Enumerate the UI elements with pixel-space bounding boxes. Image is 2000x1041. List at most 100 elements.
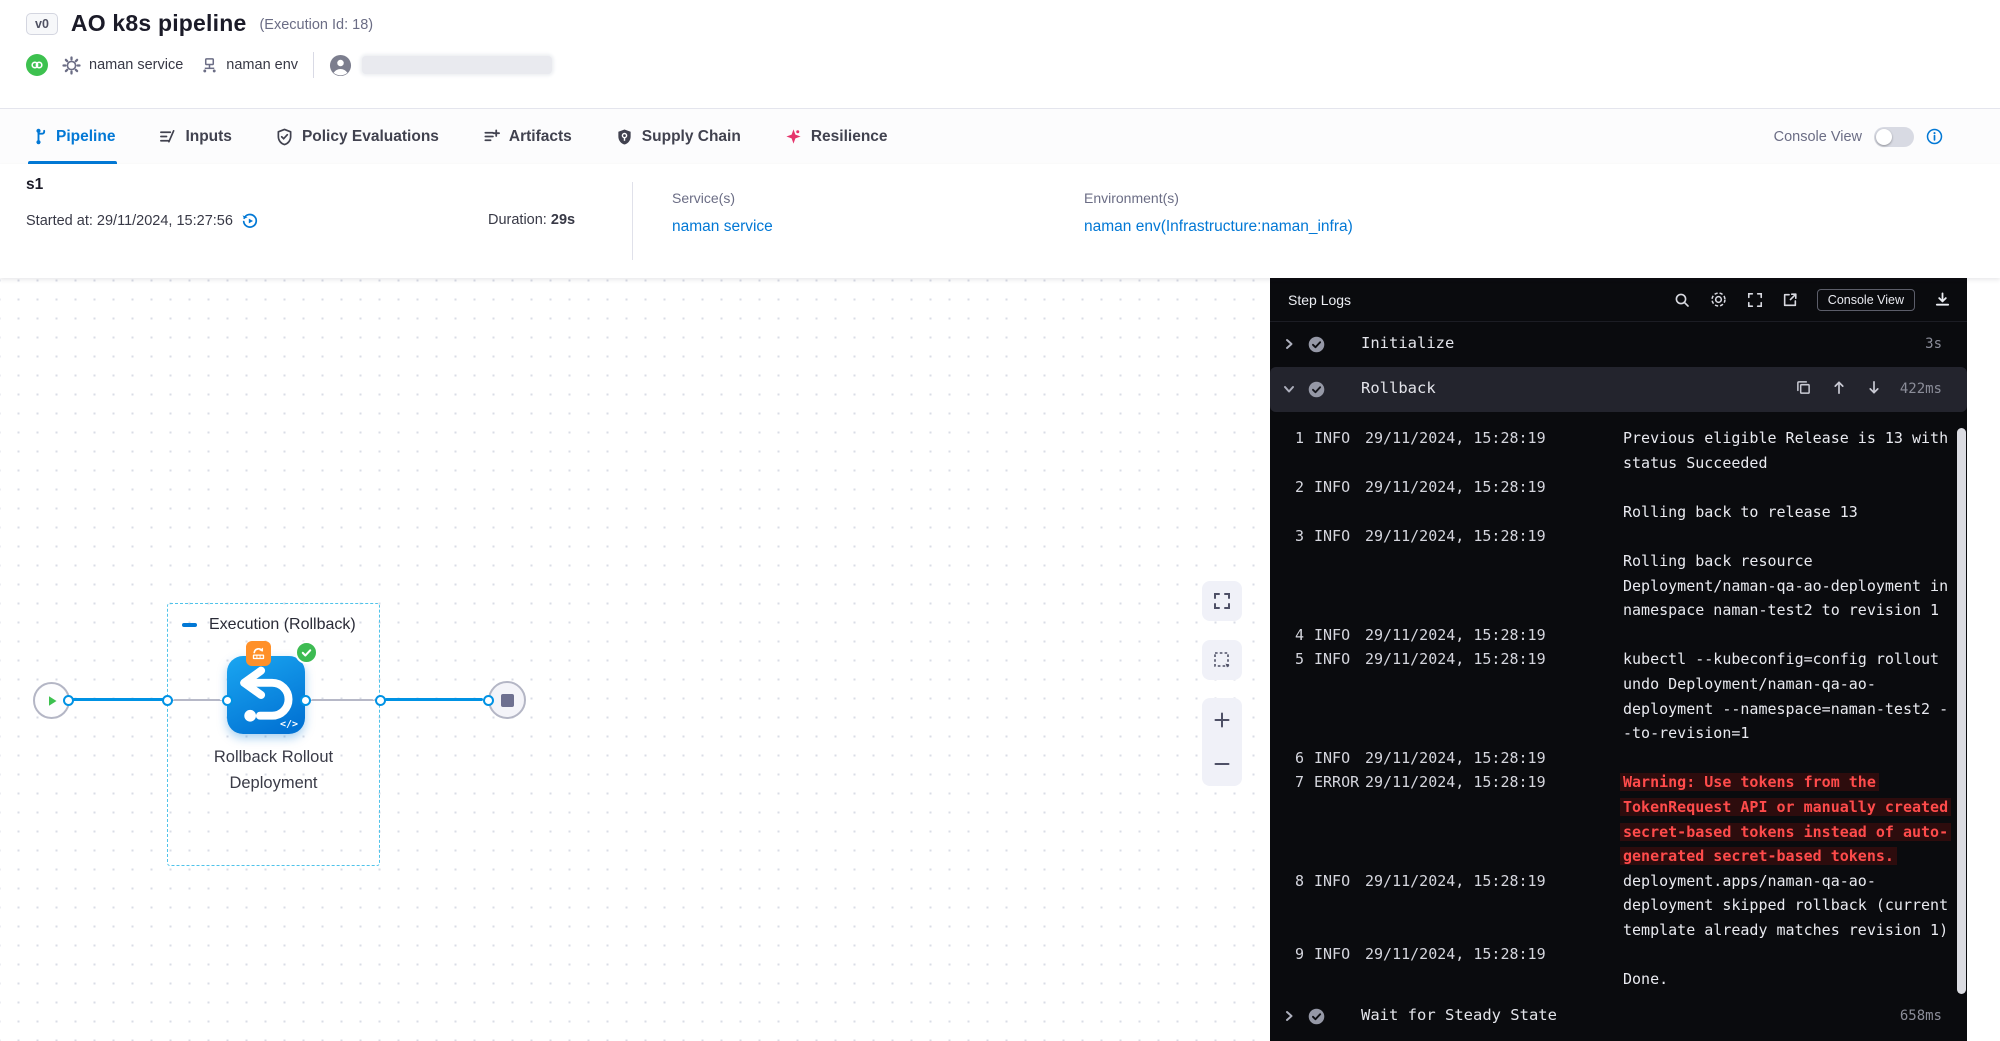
log-settings-gear-icon[interactable] bbox=[1709, 290, 1728, 309]
log-console-view-button[interactable]: Console View bbox=[1817, 289, 1915, 311]
edge-stage-to-end bbox=[385, 698, 483, 701]
tab-policy-evaluations[interactable]: Policy Evaluations bbox=[276, 109, 439, 164]
tab-inputs[interactable]: Inputs bbox=[159, 109, 232, 164]
log-row: 5INFO29/11/2024, 15:28:19kubectl --kubec… bbox=[1270, 647, 1967, 672]
log-level: INFO bbox=[1314, 749, 1350, 767]
scroll-up-icon[interactable] bbox=[1832, 380, 1846, 395]
log-message: undo Deployment/naman-qa-ao- bbox=[1623, 675, 1876, 693]
canvas-fullscreen-button[interactable] bbox=[1202, 581, 1242, 621]
log-row: Deployment/naman-qa-ao-deployment in bbox=[1270, 574, 1967, 599]
step-node-label[interactable]: Rollback Rollout Deployment bbox=[173, 744, 374, 796]
stage-name: s1 bbox=[26, 176, 43, 194]
log-level: ERROR bbox=[1314, 773, 1359, 791]
step-logs-header: Step Logs Console bbox=[1270, 278, 1967, 322]
log-fullscreen-icon[interactable] bbox=[1747, 292, 1763, 308]
play-icon bbox=[45, 694, 59, 708]
log-message: kubectl --kubeconfig=config rollout bbox=[1623, 650, 1939, 668]
stop-icon bbox=[501, 694, 514, 707]
group-label: Execution (Rollback) bbox=[209, 616, 356, 634]
log-message: namespace naman-test2 to revision 1 bbox=[1623, 601, 1939, 619]
inputs-icon bbox=[159, 128, 176, 145]
tab-artifacts[interactable]: Artifacts bbox=[483, 109, 572, 164]
port-group-out bbox=[375, 695, 386, 706]
log-section-rollback[interactable]: Rollback 422ms bbox=[1270, 367, 1967, 412]
section-duration: 422ms bbox=[1900, 381, 1942, 397]
page-title: AO k8s pipeline bbox=[71, 10, 247, 37]
log-message: deployment skipped rollback (current bbox=[1623, 896, 1948, 914]
rollback-step-node[interactable]: </> bbox=[227, 656, 305, 734]
log-timestamp: 29/11/2024, 15:28:19 bbox=[1365, 478, 1546, 496]
chevron-right-icon[interactable] bbox=[1283, 338, 1295, 350]
log-message: Deployment/naman-qa-ao-deployment in bbox=[1623, 577, 1948, 595]
log-row: 3INFO29/11/2024, 15:28:19 bbox=[1270, 524, 1967, 549]
section-duration: 658ms bbox=[1900, 1008, 1942, 1024]
log-level: INFO bbox=[1314, 872, 1350, 890]
retry-history-icon[interactable] bbox=[241, 212, 259, 230]
scroll-down-icon[interactable] bbox=[1867, 380, 1881, 395]
log-message: deployment --namespace=naman-test2 - bbox=[1623, 700, 1948, 718]
log-timestamp: 29/11/2024, 15:28:19 bbox=[1365, 650, 1546, 668]
step-success-icon bbox=[1307, 335, 1326, 354]
code-glyph: </> bbox=[280, 719, 298, 730]
log-row: 6INFO29/11/2024, 15:28:19 bbox=[1270, 746, 1967, 771]
port-end bbox=[483, 695, 494, 706]
log-timestamp: 29/11/2024, 15:28:19 bbox=[1365, 527, 1546, 545]
log-row: 1INFO29/11/2024, 15:28:19Previous eligib… bbox=[1270, 426, 1967, 451]
tab-label: Inputs bbox=[185, 128, 232, 146]
step-success-icon bbox=[1307, 380, 1326, 399]
log-message: -to-revision=1 bbox=[1623, 724, 1749, 742]
group-header: Execution (Rollback) bbox=[182, 616, 356, 634]
log-level: INFO bbox=[1314, 650, 1350, 668]
header-service-name: naman service bbox=[89, 57, 183, 73]
log-rows: 1INFO29/11/2024, 15:28:19Previous eligib… bbox=[1270, 426, 1967, 992]
log-timestamp: 29/11/2024, 15:28:19 bbox=[1365, 773, 1546, 791]
chevron-down-icon[interactable] bbox=[1283, 383, 1295, 395]
log-scrollbar-thumb[interactable] bbox=[1957, 428, 1966, 994]
console-view-toggle[interactable] bbox=[1874, 127, 1914, 147]
log-section-initialize[interactable]: Initialize 3s bbox=[1270, 322, 1967, 367]
open-in-new-tab-icon[interactable] bbox=[1782, 292, 1798, 308]
log-line-number: 7 bbox=[1280, 773, 1304, 791]
zoom-in-button[interactable] bbox=[1202, 700, 1242, 740]
download-logs-icon[interactable] bbox=[1934, 291, 1951, 308]
environment-link[interactable]: naman env(Infrastructure:naman_infra) bbox=[1084, 218, 1353, 236]
service-link[interactable]: naman service bbox=[672, 218, 773, 236]
pipeline-canvas[interactable]: Execution (Rollback) </> bbox=[0, 278, 1270, 1041]
log-timestamp: 29/11/2024, 15:28:19 bbox=[1365, 626, 1546, 644]
policy-shield-icon bbox=[276, 128, 293, 146]
port-step-in bbox=[222, 695, 233, 706]
pipeline-icon bbox=[30, 128, 47, 145]
copy-logs-icon[interactable] bbox=[1796, 380, 1811, 395]
log-row: Rolling back to release 13 bbox=[1270, 500, 1967, 525]
section-duration: 3s bbox=[1925, 336, 1942, 352]
stage-started-at: Started at: 29/11/2024, 15:27:56 bbox=[26, 212, 259, 230]
step-logs-panel: Step Logs Console bbox=[1270, 278, 1967, 1041]
log-row: deployment skipped rollback (current bbox=[1270, 893, 1967, 918]
log-message: generated secret-based tokens. bbox=[1620, 847, 1897, 865]
header-divider bbox=[313, 52, 314, 78]
supply-chain-shield-icon bbox=[616, 128, 633, 146]
log-message: secret-based tokens instead of auto- bbox=[1620, 823, 1951, 841]
log-message: TokenRequest API or manually created bbox=[1620, 798, 1951, 816]
tab-resilience[interactable]: Resilience bbox=[785, 109, 888, 164]
collapse-group-icon[interactable] bbox=[182, 623, 197, 627]
execution-id: (Execution Id: 18) bbox=[259, 17, 373, 33]
info-icon[interactable] bbox=[1926, 128, 1943, 145]
execution-tab-bar: Pipeline Inputs Policy Evaluations bbox=[0, 108, 2000, 165]
log-section-wait-for-steady-state[interactable]: Wait for Steady State 658ms bbox=[1270, 992, 1967, 1041]
tab-supply-chain[interactable]: Supply Chain bbox=[616, 109, 741, 164]
log-row: template already matches revision 1) bbox=[1270, 918, 1967, 943]
log-message: status Succeeded bbox=[1623, 454, 1768, 472]
log-search-icon[interactable] bbox=[1674, 292, 1690, 308]
chevron-right-icon[interactable] bbox=[1283, 1010, 1295, 1022]
canvas-marquee-select-button[interactable] bbox=[1202, 640, 1242, 680]
log-message: deployment.apps/naman-qa-ao- bbox=[1623, 872, 1876, 890]
zoom-out-button[interactable] bbox=[1202, 744, 1242, 784]
log-message: Warning: Use tokens from the bbox=[1620, 773, 1879, 791]
started-at-text: Started at: 29/11/2024, 15:27:56 bbox=[26, 213, 233, 229]
log-message: template already matches revision 1) bbox=[1623, 921, 1948, 939]
log-row: namespace naman-test2 to revision 1 bbox=[1270, 598, 1967, 623]
log-level: INFO bbox=[1314, 478, 1350, 496]
tab-pipeline[interactable]: Pipeline bbox=[30, 109, 115, 164]
rollout-deployment-badge-icon bbox=[246, 641, 271, 666]
